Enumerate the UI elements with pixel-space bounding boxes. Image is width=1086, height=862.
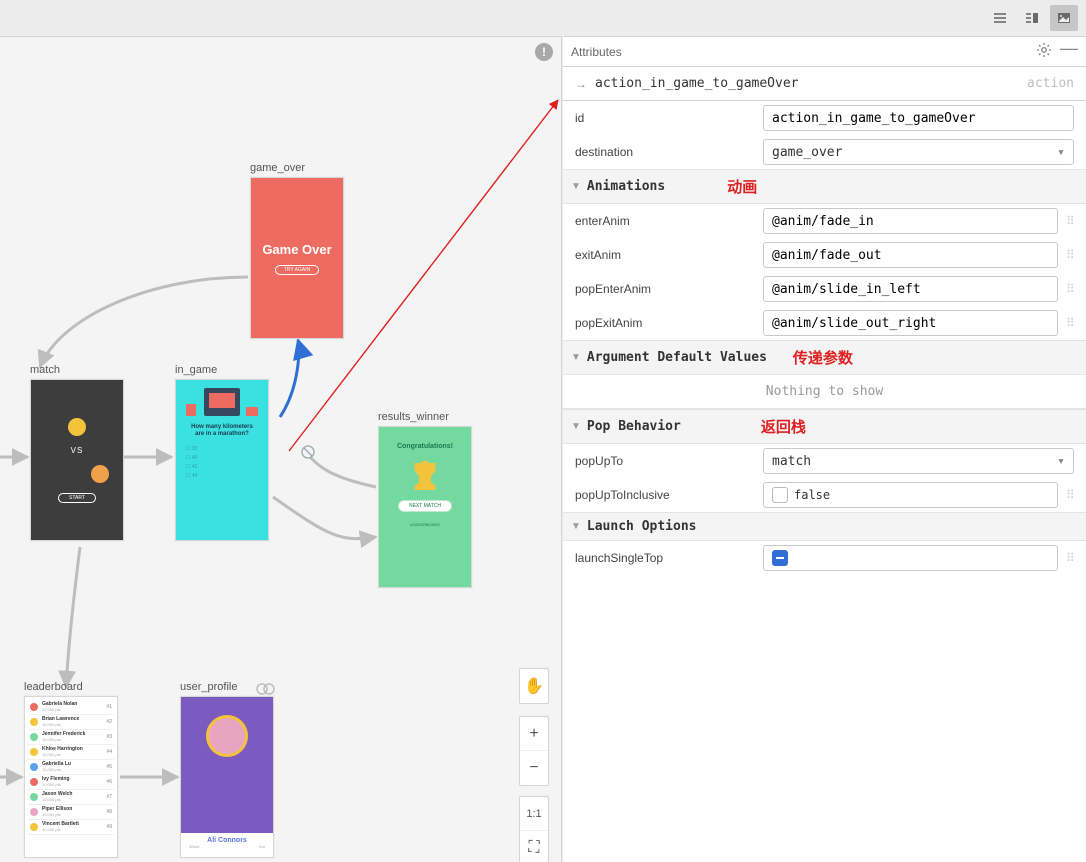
attr-destination: destination game_over▾ <box>563 135 1086 169</box>
list-item: Khloe Harrington10,000 pts#4 <box>28 745 114 760</box>
zoom-actual-button[interactable]: 1:1 <box>520 797 548 831</box>
game-over-title: Game Over <box>262 242 331 257</box>
zoom-fit-button[interactable]: ⛶ <box>520 831 548 862</box>
pan-icon[interactable]: ✋ <box>520 669 548 703</box>
pan-tool[interactable]: ✋ <box>519 668 549 704</box>
screen-label-profile: user_profile <box>180 681 237 693</box>
screen-results-winner[interactable]: Congratulations! NEXT MATCH LEADERBOARD <box>378 426 472 588</box>
question-text: How many kilometers are in a marathon? <box>186 424 258 438</box>
destination-select[interactable]: game_over▾ <box>763 139 1074 165</box>
args-empty-text: Nothing to show <box>563 375 1086 409</box>
drag-handle-icon[interactable]: ⠿ <box>1066 488 1074 502</box>
pop-enter-anim-field[interactable] <box>763 276 1058 302</box>
list-item: Piper Ellison10,000 pts#8 <box>28 805 114 820</box>
screen-in-game[interactable]: How many kilometers are in a marathon? ☐… <box>175 379 269 541</box>
attributes-header: Attributes — <box>563 37 1086 67</box>
screen-game-over[interactable]: Game Over TRY AGAIN <box>250 177 344 339</box>
section-animations[interactable]: ▼ Animations 动画 <box>563 169 1086 204</box>
drag-handle-icon[interactable]: ⠿ <box>1066 551 1074 565</box>
list-item: Gabriela Nolan10,000 pts#1 <box>28 700 114 715</box>
image-icon <box>1056 10 1072 26</box>
answer-options: ☐ 35 ☐ 40 ☐ 42 ☐ 44 <box>186 446 197 479</box>
panel-title: Attributes <box>571 45 622 59</box>
enter-anim-field[interactable] <box>763 208 1058 234</box>
popcorn-icon <box>186 404 196 416</box>
action-breadcrumb: → action_in_game_to_gameOver action <box>563 67 1086 101</box>
leaderboard-link: LEADERBOARD <box>410 522 440 527</box>
nav-canvas[interactable]: game_over Game Over TRY AGAIN match VS S… <box>0 67 561 862</box>
drag-handle-icon[interactable]: ⠿ <box>1066 282 1074 296</box>
list-item: Brian Lawrence10,000 pts#2 <box>28 715 114 730</box>
drag-handle-icon[interactable]: ⠿ <box>1066 214 1074 228</box>
popupto-select[interactable]: match▾ <box>763 448 1074 474</box>
collapse-icon: ▼ <box>571 352 581 363</box>
zoom-in-button[interactable]: + <box>520 717 548 751</box>
avatar-icon <box>68 418 86 436</box>
list-item: Jennifer Frederick10,000 pts#3 <box>28 730 114 745</box>
screen-match[interactable]: VS START <box>30 379 124 541</box>
list-item: Jaxon Welch10,000 pts#7 <box>28 790 114 805</box>
action-type: action <box>1027 76 1074 91</box>
list-item: Vincent Bartlett10,000 pts#9 <box>28 820 114 835</box>
view-code-button[interactable] <box>986 5 1014 31</box>
list-lines-icon <box>992 10 1008 26</box>
launch-singletop-checkbox[interactable] <box>772 550 788 566</box>
section-arg-defaults[interactable]: ▼ Argument Default Values 传递参数 <box>563 340 1086 375</box>
list-item: Gabriella Lu10,000 pts#5 <box>28 760 114 775</box>
drag-handle-icon[interactable]: ⠿ <box>1066 316 1074 330</box>
section-launch-options[interactable]: ▼ Launch Options <box>563 512 1086 541</box>
annotation-pop: 返回栈 <box>761 416 806 437</box>
pop-exit-anim-field[interactable] <box>763 310 1058 336</box>
annotation-args: 传递参数 <box>793 347 853 368</box>
chevron-down-icon: ▾ <box>1057 454 1065 469</box>
vs-label: VS <box>71 446 84 455</box>
editor-view-switch <box>986 0 1086 36</box>
screen-user-profile[interactable]: Ali Connors World You <box>180 696 274 858</box>
zoom-fit-controls: 1:1 ⛶ <box>519 796 549 862</box>
chevron-down-icon: ▾ <box>1057 145 1065 160</box>
attr-id: id <box>563 101 1086 135</box>
screen-label-match: match <box>30 364 60 376</box>
screen-leaderboard[interactable]: Gabriela Nolan10,000 pts#1Brian Lawrence… <box>24 696 118 858</box>
screen-label-leaderboard: leaderboard <box>24 681 83 693</box>
profile-name: Ali Connors <box>181 837 273 844</box>
zoom-out-button[interactable]: − <box>520 751 548 785</box>
collapse-icon: ▼ <box>571 181 581 192</box>
view-split-button[interactable] <box>1018 5 1046 31</box>
popupto-inclusive-checkbox[interactable] <box>772 487 788 503</box>
action-arrow-icon: → <box>575 77 587 91</box>
try-again-button: TRY AGAIN <box>275 265 320 275</box>
avatar-icon <box>206 715 248 757</box>
collapse-icon: ▼ <box>571 421 581 432</box>
attributes-panel: Attributes — → action_in_game_to_gameOve… <box>563 36 1086 862</box>
drag-handle-icon[interactable]: ⠿ <box>1066 248 1074 262</box>
congrats-text: Congratulations! <box>397 443 453 450</box>
annotation-animations: 动画 <box>727 176 757 197</box>
avatar-icon <box>91 465 109 483</box>
nav-graph-editor[interactable]: ! <box>0 36 562 862</box>
collapse-icon: ▼ <box>571 521 581 532</box>
start-button: START <box>58 493 96 503</box>
trophy-icon <box>410 460 440 490</box>
id-field[interactable] <box>763 105 1074 131</box>
box-icon <box>246 407 258 416</box>
tv-icon <box>204 388 240 416</box>
warning-icon[interactable]: ! <box>535 43 553 61</box>
screen-label-results: results_winner <box>378 411 449 423</box>
next-match-button: NEXT MATCH <box>398 500 452 512</box>
minimize-icon[interactable]: — <box>1060 42 1078 61</box>
gear-icon[interactable] <box>1036 42 1052 61</box>
list-item: Ivy Fleming10,000 pts#6 <box>28 775 114 790</box>
screen-label-game-over: game_over <box>250 162 305 174</box>
action-name: action_in_game_to_gameOver <box>595 76 799 91</box>
screen-label-in-game: in_game <box>175 364 217 376</box>
split-icon <box>1024 10 1040 26</box>
zoom-controls: + − <box>519 716 549 786</box>
section-pop-behavior[interactable]: ▼ Pop Behavior 返回栈 <box>563 409 1086 444</box>
exit-anim-field[interactable] <box>763 242 1058 268</box>
view-design-button[interactable] <box>1050 5 1078 31</box>
